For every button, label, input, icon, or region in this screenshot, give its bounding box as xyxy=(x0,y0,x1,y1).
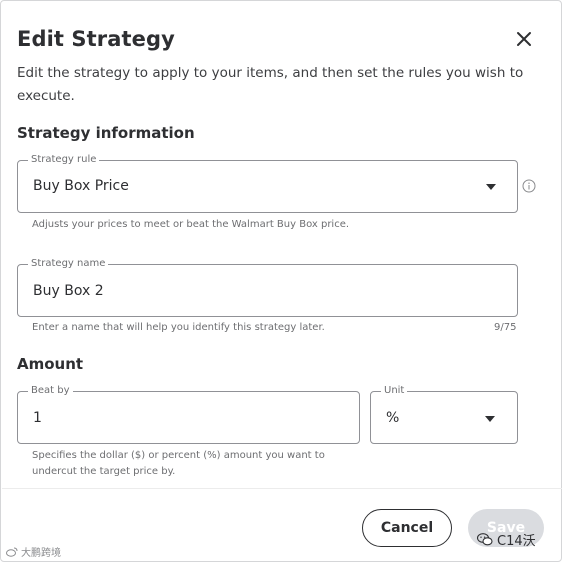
beat-by-value: 1 xyxy=(33,410,42,426)
strategy-rule-select[interactable]: Strategy rule Buy Box Price xyxy=(17,153,518,213)
strategy-information-heading: Strategy information xyxy=(17,124,195,142)
unit-value: % xyxy=(386,410,400,426)
watermark-right: C14沃 xyxy=(477,530,536,549)
beat-by-field[interactable]: Beat by 1 xyxy=(17,384,360,444)
dialog-description: Edit the strategy to apply to your items… xyxy=(17,65,524,104)
strategy-name-label: Strategy name xyxy=(28,257,109,271)
chevron-down-icon xyxy=(486,184,496,190)
strategy-rule-value: Buy Box Price xyxy=(33,178,129,194)
footer-divider xyxy=(2,488,562,489)
info-icon[interactable] xyxy=(522,179,536,193)
close-button[interactable] xyxy=(513,28,535,50)
strategy-rule-label: Strategy rule xyxy=(28,153,100,167)
weibo-icon xyxy=(6,547,18,557)
chevron-down-icon xyxy=(485,416,495,422)
unit-label: Unit xyxy=(381,384,408,398)
watermark-right-text: C14沃 xyxy=(497,534,536,549)
strategy-name-counter: 9/75 xyxy=(494,322,517,333)
cancel-button[interactable]: Cancel xyxy=(362,509,452,547)
strategy-rule-helper: Adjusts your prices to meet or beat the … xyxy=(32,219,350,230)
close-icon xyxy=(517,32,531,46)
dialog-title: Edit Strategy xyxy=(17,27,175,51)
beat-by-label: Beat by xyxy=(28,384,73,398)
wechat-icon xyxy=(477,533,493,546)
beat-by-helper: Specifies the dollar ($) or percent (%) … xyxy=(32,450,325,477)
strategy-name-field[interactable]: Strategy name Buy Box 2 xyxy=(17,257,518,317)
strategy-name-helper: Enter a name that will help you identify… xyxy=(32,322,325,333)
edit-strategy-dialog: Edit Strategy Edit the strategy to apply… xyxy=(0,0,562,562)
unit-select[interactable]: Unit % xyxy=(370,384,518,444)
strategy-name-value: Buy Box 2 xyxy=(33,283,104,299)
watermark-left-text: 大鹏跨境 xyxy=(21,548,61,559)
watermark-left: 大鹏跨境 xyxy=(6,544,61,559)
amount-heading: Amount xyxy=(17,355,84,373)
